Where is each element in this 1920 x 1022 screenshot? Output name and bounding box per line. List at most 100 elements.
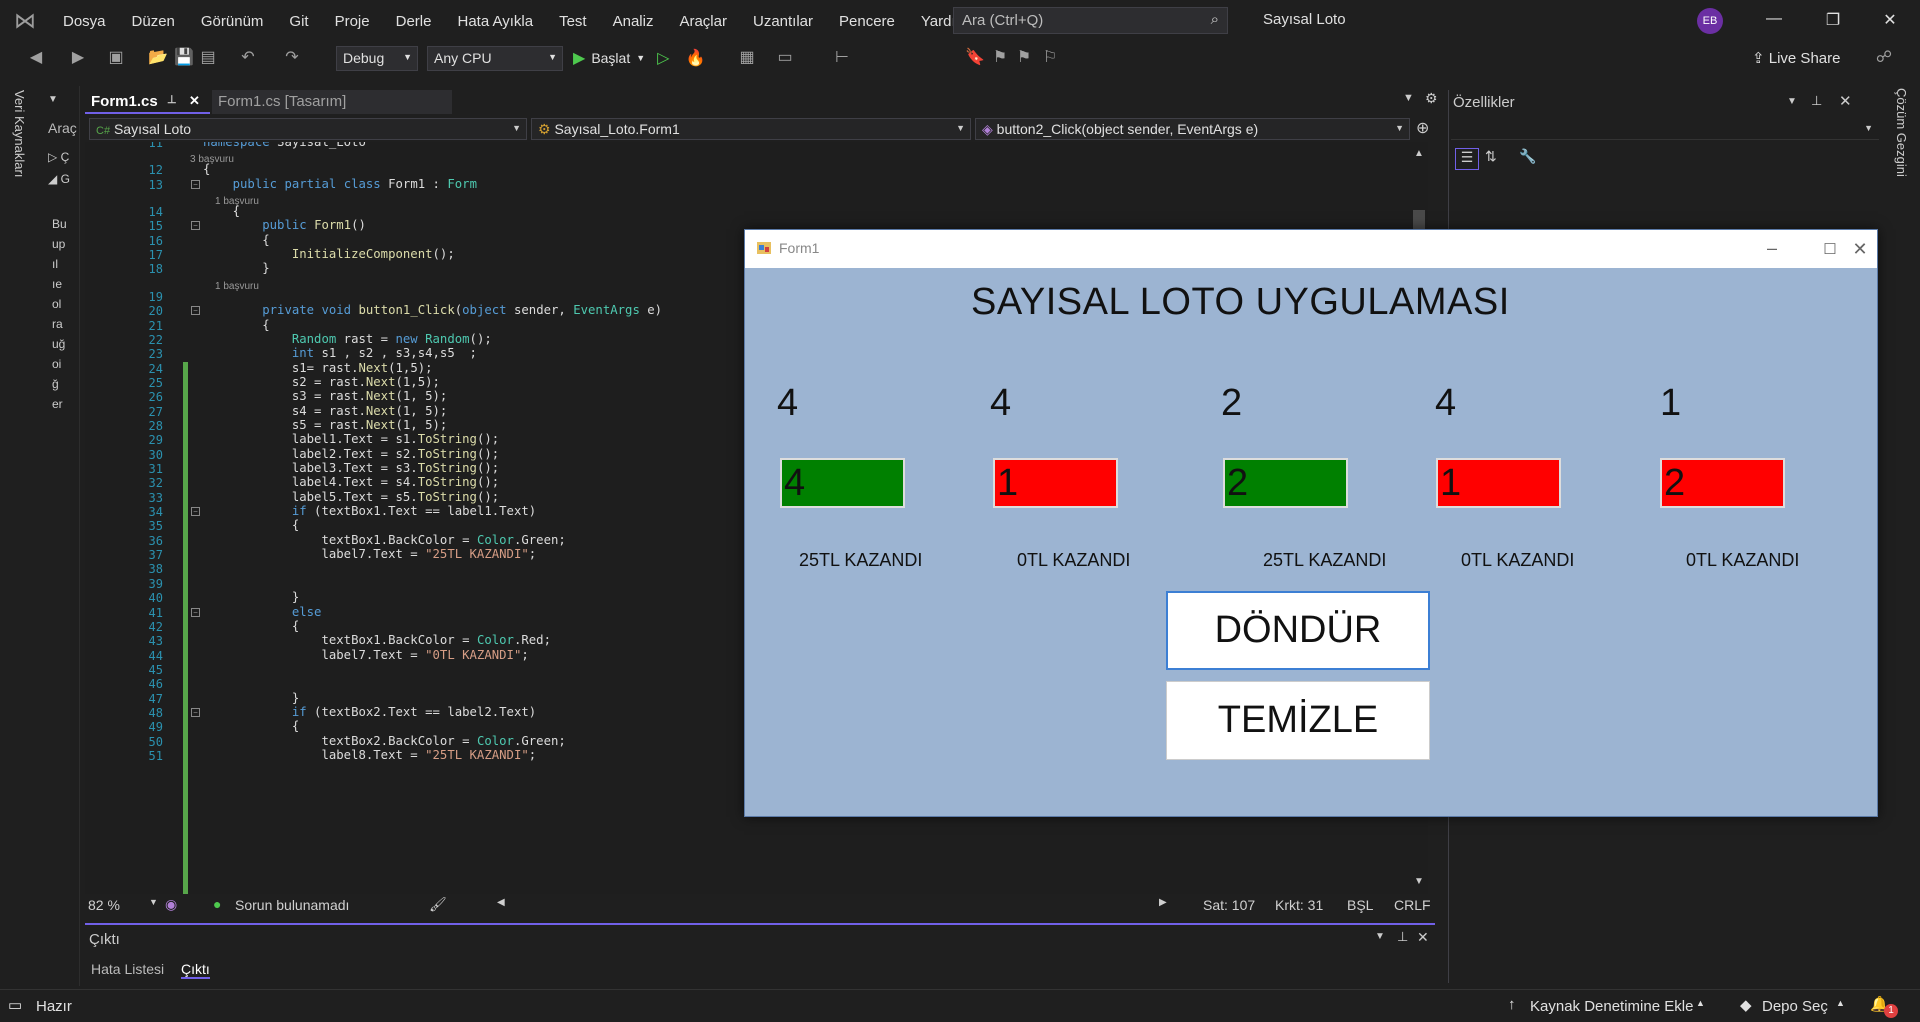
scroll-left-icon[interactable]: ◀ [497,897,505,908]
code-line[interactable]: } [203,691,299,705]
toolbox-item[interactable]: ol [52,294,67,314]
code-line[interactable]: textBox1.BackColor = Color.Green; [203,533,565,547]
bookmark-next-icon[interactable]: ⚑ [1014,48,1034,68]
save-icon[interactable]: 💾 [174,48,194,68]
issues-status[interactable]: Sorun bulunamadı [235,897,349,913]
zoom-level[interactable]: 82 % [88,897,120,913]
redo-icon[interactable]: ↷ [282,48,302,68]
toolbox-item[interactable]: ğ [52,374,67,394]
toolbox-item[interactable]: Bu [52,214,67,234]
tab-output[interactable]: Çıktı [181,961,210,979]
code-line[interactable]: InitializeComponent(); [203,247,455,261]
line-indicator[interactable]: Sat: 107 [1203,897,1255,913]
code-line[interactable]: label2.Text = s2.ToString(); [203,447,499,461]
pin-icon[interactable]: ⊥ [1397,929,1408,945]
code-line[interactable]: Random rast = new Random(); [203,332,492,346]
reference-count-hint[interactable]: 1 başvuru [215,281,259,292]
code-line[interactable]: label4.Text = s4.ToString(); [203,475,499,489]
fold-toggle-icon[interactable]: − [191,707,200,717]
menu-item-window[interactable]: Pencere [826,13,908,30]
minimize-icon[interactable]: — [1754,10,1794,28]
fold-toggle-icon[interactable]: − [191,179,200,189]
scroll-down-icon[interactable]: ▼ [1414,876,1424,887]
code-line[interactable]: label3.Text = s3.ToString(); [203,461,499,475]
toolbox-item[interactable]: er [52,394,67,414]
scroll-right-icon[interactable]: ▶ [1159,897,1167,908]
chevron-down-icon[interactable]: ▼ [48,94,58,105]
fold-toggle-icon[interactable]: − [191,607,200,617]
close-icon[interactable]: ✕ [1839,92,1852,110]
menu-item-view[interactable]: Görünüm [188,13,277,30]
code-line[interactable]: { [203,233,269,247]
scroll-up-icon[interactable]: ▲ [1414,148,1424,159]
code-line[interactable]: s1= rast.Next(1,5); [203,361,433,375]
toolbox-item[interactable]: ıe [52,274,67,294]
save-all-icon[interactable]: ▤ [198,48,218,68]
toolbox-item[interactable]: ra [52,314,67,334]
code-line[interactable]: } [203,261,269,275]
avatar[interactable]: EB [1697,8,1723,34]
chevron-down-icon[interactable]: ▼ [149,897,158,907]
layout-icon[interactable]: ▭ [775,48,795,68]
tab-form1-design[interactable]: Form1.cs [Tasarım] [212,90,452,114]
insert-mode[interactable]: BŞL [1347,897,1373,913]
visual-studio-logo-icon[interactable]: ⋈ [0,0,50,42]
restore-icon[interactable]: ❐ [1813,10,1853,30]
bookmark-clear-icon[interactable]: ⚐ [1040,48,1060,68]
data-sources-tab[interactable]: Veri Kaynakları [12,90,27,177]
wrench-icon[interactable]: 🔧 [1519,148,1536,165]
code-line[interactable]: s2 = rast.Next(1,5); [203,375,440,389]
align-icon[interactable]: ⊢ [832,48,852,68]
add-source-control[interactable]: Kaynak Denetimine Ekle [1530,998,1693,1015]
menu-item-git[interactable]: Git [276,13,321,30]
code-line[interactable]: s4 = rast.Next(1, 5); [203,404,448,418]
code-line[interactable]: label7.Text = "25TL KAZANDI"; [203,547,536,561]
menu-item-edit[interactable]: Düzen [119,13,188,30]
chevron-up-icon[interactable]: ▲ [1696,998,1705,1008]
code-line[interactable]: { [203,204,240,218]
configuration-select[interactable]: Debug ▼ [336,46,418,71]
back-icon[interactable]: ◀ [26,48,46,68]
code-line[interactable]: private void button1_Click(object sender… [203,303,662,317]
code-line[interactable]: int s1 , s2 , s3,s4,s5 ; [203,346,477,360]
alphabetical-icon[interactable]: ⇅ [1485,148,1497,165]
cleanup-brush-icon[interactable]: 🖌 [429,896,447,913]
code-line[interactable]: { [203,719,299,733]
code-line[interactable]: namespace Sayısal_Loto [203,142,366,149]
bookmark-prev-icon[interactable]: ⚑ [990,48,1010,68]
menu-item-build[interactable]: Derle [383,13,445,30]
chevron-down-icon[interactable]: ▼ [1787,96,1797,107]
hot-reload-icon[interactable]: 🔥 [685,48,705,68]
code-line[interactable]: public Form1() [203,218,366,232]
code-line[interactable]: textBox1.BackColor = Color.Red; [203,633,551,647]
form-maximize-icon[interactable]: ☐ [1815,240,1845,258]
toolbox-item[interactable]: oi [52,354,67,374]
toolbox-node[interactable]: ▷ Ç [48,150,69,164]
menu-item-tools[interactable]: Araçlar [666,13,740,30]
guess-textbox-1[interactable]: 4 [780,458,905,508]
form-close-icon[interactable]: ✕ [1845,239,1875,260]
solution-explorer-icon[interactable]: ▦ [737,48,757,68]
reference-count-hint[interactable]: 3 başvuru [190,154,234,165]
form-minimize-icon[interactable]: – [1757,238,1787,259]
code-line[interactable]: label7.Text = "0TL KAZANDI"; [203,648,528,662]
code-line[interactable]: s5 = rast.Next(1, 5); [203,418,448,432]
pin-icon[interactable]: ⊥ [167,93,177,106]
start-without-debug-icon[interactable]: ▷ [657,48,669,68]
toolbox-item[interactable]: uğ [52,334,67,354]
fold-toggle-icon[interactable]: − [191,507,200,517]
menu-item-file[interactable]: Dosya [50,13,119,30]
code-line[interactable]: { [203,518,299,532]
open-folder-icon[interactable]: 📂 [148,48,168,68]
code-line[interactable]: } [203,590,299,604]
new-project-icon[interactable]: ▣ [106,48,126,68]
guess-textbox-4[interactable]: 1 [1436,458,1561,508]
fold-toggle-icon[interactable]: − [191,221,200,231]
search-input[interactable]: Ara (Ctrl+Q) ⌕ [953,7,1228,34]
close-icon[interactable]: ✕ [1417,929,1429,946]
code-line[interactable]: s3 = rast.Next(1, 5); [203,389,448,403]
tab-error-list[interactable]: Hata Listesi [91,961,164,977]
close-tab-icon[interactable]: ✕ [189,93,200,109]
code-line[interactable]: else [203,605,322,619]
clear-button[interactable]: TEMİZLE [1166,681,1430,760]
